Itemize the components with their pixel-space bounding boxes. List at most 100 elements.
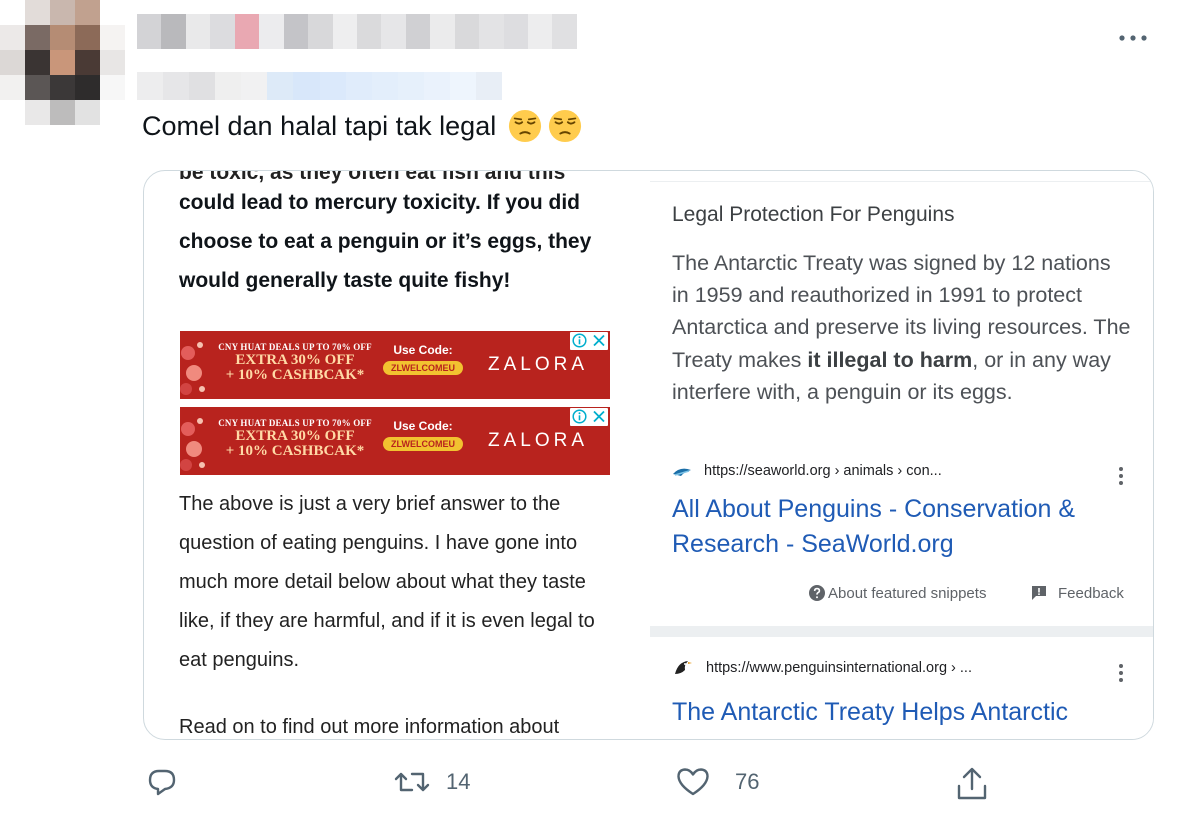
heart-icon [677, 768, 709, 796]
avatar-pixel [75, 100, 100, 125]
share-button[interactable] [955, 766, 989, 802]
ad-code-label: Use Code: [393, 343, 453, 357]
result-title-link[interactable]: All About Penguins - Conservation & Rese… [672, 492, 1142, 562]
blur-pixel [241, 72, 268, 100]
avatar-pixel [25, 50, 50, 75]
ad-code-pill: ZLWELCOMEU [383, 437, 463, 451]
blur-pixel [381, 14, 406, 49]
about-featured-snippets-link[interactable]: About featured snippets [808, 584, 986, 602]
avatar-pixel [75, 50, 100, 75]
avatar-pixel [100, 75, 125, 100]
blur-pixel [479, 14, 504, 49]
snippet-title: Legal Protection For Penguins [672, 203, 955, 226]
blur-pixel [259, 14, 284, 49]
avatar-pixel [100, 0, 125, 25]
article-bold-text: could lead to mercury toxicity. If you d… [179, 191, 592, 292]
avatar-pixel [75, 25, 100, 50]
ad-close-icon[interactable] [592, 333, 606, 348]
username-blurred[interactable] [137, 72, 503, 100]
ad-close-icon[interactable] [592, 409, 606, 424]
adchoices-info-icon[interactable] [572, 409, 587, 424]
blur-pixel [137, 14, 162, 49]
blur-pixel [185, 14, 211, 49]
ad-deal-line: CNY HUAT DEALS UP TO 70% OFF [218, 342, 372, 352]
result-menu-icon[interactable] [1116, 465, 1126, 487]
blur-pixel [503, 14, 528, 49]
pensive-face-emoji-icon [509, 109, 542, 143]
blur-pixel [371, 72, 398, 100]
feedback-icon [1032, 586, 1046, 600]
penguin-favicon-icon [675, 661, 692, 674]
blur-pixel [405, 14, 431, 49]
more-options-icon[interactable] [1113, 22, 1153, 52]
result-menu-icon[interactable] [1116, 662, 1126, 684]
avatar-pixel [50, 25, 75, 50]
pensive-face-emoji-icon [549, 109, 582, 143]
adchoices-box [570, 332, 608, 350]
feedback-link[interactable]: Feedback [1030, 584, 1124, 602]
result-title-link[interactable]: The Antarctic Treaty Helps Antarctic [672, 698, 1068, 727]
result-source[interactable]: https://www.penguinsinternational.org › … [672, 658, 972, 678]
avatar-pixel [100, 100, 125, 125]
blur-pixel [552, 14, 577, 49]
retweet-button[interactable]: 14 [392, 766, 470, 798]
adchoices-box [570, 408, 608, 426]
avatar-pixel [100, 25, 125, 50]
ad-deal-line: + 10% CASHBCAK* [225, 367, 365, 383]
snippet-text: The Antarctic Treaty was signed by 12 na… [672, 247, 1132, 408]
blur-pixel [293, 72, 320, 100]
avatar[interactable] [0, 0, 125, 125]
adchoices-info-icon[interactable] [572, 333, 587, 348]
tweet-body: Comel dan halal tapi tak legal [142, 111, 497, 141]
section-separator [650, 626, 1153, 637]
blur-pixel [234, 14, 260, 49]
blur-pixel [345, 72, 372, 100]
blur-pixel [137, 72, 164, 100]
reply-button[interactable] [146, 766, 178, 798]
blur-pixel [319, 72, 346, 100]
blur-pixel [210, 14, 235, 49]
search-result-screenshot: Legal Protection For Penguins The Antarc… [650, 171, 1153, 739]
result-source[interactable]: https://seaworld.org › animals › con... [672, 463, 942, 479]
article-bold-paragraph: be toxic, as they often eat fish and thi… [179, 171, 629, 300]
seaworld-favicon-icon [673, 468, 691, 476]
ad-code: Use Code: ZLWELCOMEU [378, 419, 468, 452]
ad-deal-line: CNY HUAT DEALS UP TO 70% OFF [218, 418, 372, 428]
like-count: 76 [735, 769, 760, 794]
avatar-pixel [25, 0, 50, 25]
blur-pixel [423, 72, 450, 100]
display-name-blurred[interactable] [137, 14, 577, 49]
ad-brand: ZALORA [488, 354, 589, 375]
zalora-ad-banner[interactable]: CNY HUAT DEALS UP TO 70% OFF EXTRA 30% O… [180, 407, 610, 475]
article-cut-line: Read on to find out more information abo… [179, 716, 560, 738]
ad-deal-line: EXTRA 30% OFF [235, 352, 355, 368]
article-body-paragraph: The above is just a very brief answer to… [179, 493, 595, 671]
ad-code-label: Use Code: [393, 419, 453, 433]
source-url: https://www.penguinsinternational.org › … [706, 660, 972, 676]
ad-brand: ZALORA [488, 430, 589, 451]
blur-pixel [397, 72, 424, 100]
article-partial-line: be toxic, as they often eat fish and thi… [179, 171, 566, 184]
blur-pixel [189, 72, 216, 100]
avatar-pixel [25, 100, 50, 125]
blur-pixel [454, 14, 480, 49]
blur-pixel [163, 72, 190, 100]
zalora-ad-banner[interactable]: CNY HUAT DEALS UP TO 70% OFF EXTRA 30% O… [180, 331, 610, 399]
retweet-count: 14 [446, 769, 471, 794]
article-screenshot: be toxic, as they often eat fish and thi… [144, 171, 649, 739]
blur-pixel [430, 14, 455, 49]
blur-pixel [161, 14, 186, 49]
avatar-pixel [0, 100, 25, 125]
like-button[interactable]: 76 [675, 766, 759, 798]
tweet-text: Comel dan halal tapi tak legal [142, 106, 582, 146]
avatar-pixel [25, 25, 50, 50]
avatar-pixel [25, 75, 50, 100]
avatar-pixel [100, 50, 125, 75]
ad-deal-line: EXTRA 30% OFF [235, 428, 355, 444]
retweet-icon [394, 772, 430, 792]
blur-pixel [476, 72, 503, 100]
tweet-media-image[interactable]: be toxic, as they often eat fish and thi… [143, 170, 1154, 740]
ad-deal-text: CNY HUAT DEALS UP TO 70% OFF EXTRA 30% O… [200, 343, 390, 383]
blur-pixel [308, 14, 333, 49]
ad-deal-line: + 10% CASHBCAK* [225, 443, 365, 459]
